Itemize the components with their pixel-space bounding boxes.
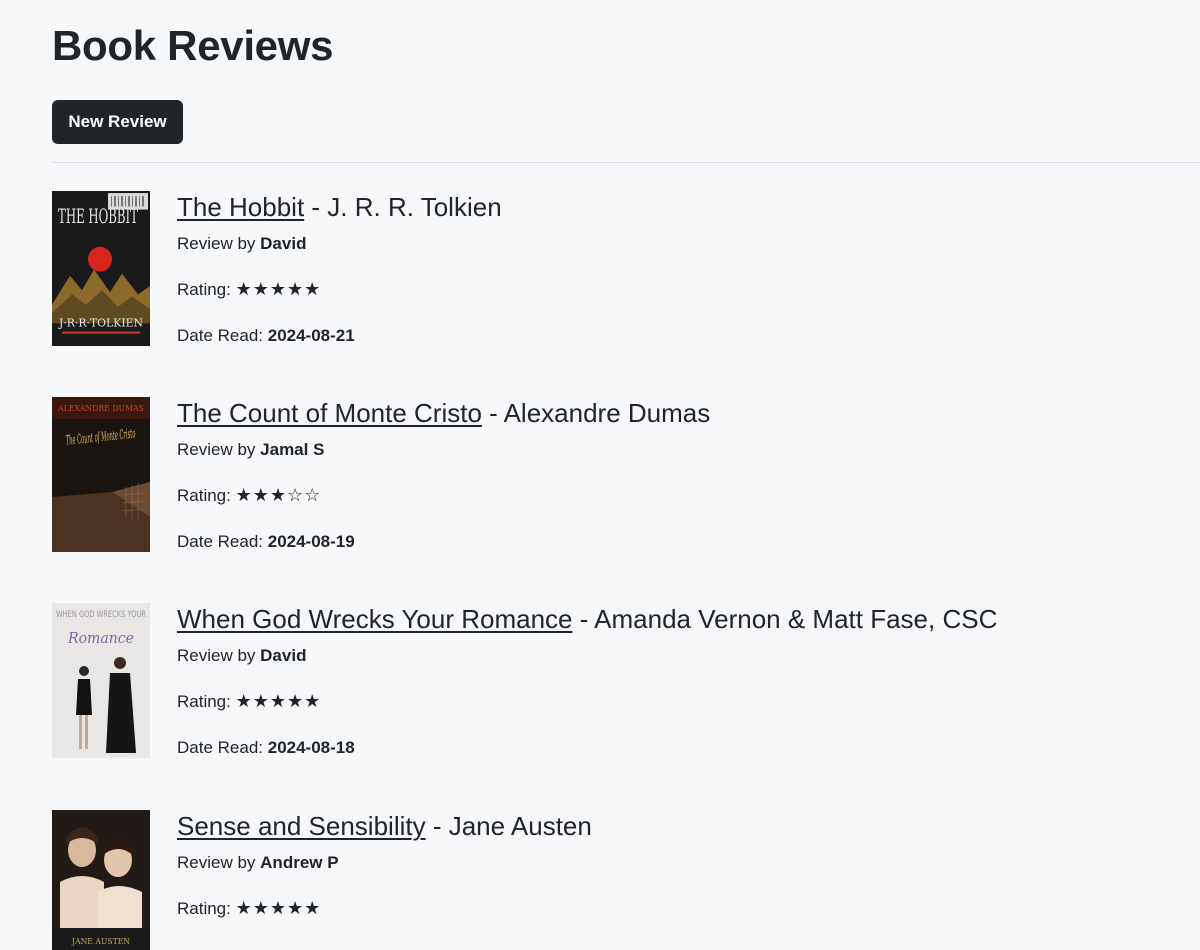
date-read-label: Date Read: [177, 738, 263, 757]
review-heading: The Count of Monte Cristo - Alexandre Du… [177, 397, 1177, 429]
review-by: Review by David [177, 233, 306, 255]
date-read-value: 2024-08-21 [267, 326, 355, 345]
book-title-link[interactable]: Sense and Sensibility [177, 811, 426, 841]
book-author: Jane Austen [448, 811, 592, 841]
review-by: Review by Jamal S [177, 439, 324, 461]
book-cover-the-count-of-monte-cristo[interactable]: ALEXANDRE DUMAS The Count of Monte Crist… [52, 397, 150, 552]
page-title: Book Reviews [52, 22, 334, 69]
rating-stars: ★★★★★ [235, 898, 322, 919]
rating-stars: ★★★★★ [235, 691, 322, 712]
review-heading: The Hobbit - J. R. R. Tolkien [177, 191, 1177, 223]
date-read: Date Read: 2024-08-19 [177, 531, 355, 553]
title-separator: - [572, 604, 595, 634]
book-author: Amanda Vernon & Matt Fase, CSC [594, 604, 998, 634]
review-by-label: Review by [177, 646, 256, 665]
review-by-label: Review by [177, 853, 256, 872]
svg-text:Romance: Romance [67, 629, 134, 647]
date-read-value: 2024-08-18 [267, 738, 355, 757]
date-read-value: 2024-08-19 [267, 532, 355, 551]
book-author: Alexandre Dumas [503, 398, 711, 428]
rating-stars: ★★★☆☆ [235, 485, 322, 506]
divider [52, 162, 1200, 163]
book-title-link[interactable]: The Hobbit [177, 192, 304, 222]
review-by: Review by David [177, 645, 306, 667]
review-info: The Count of Monte Cristo - Alexandre Du… [177, 397, 1177, 551]
rating: Rating: ★★★★★ [177, 279, 321, 301]
book-title-link[interactable]: When God Wrecks Your Romance [177, 604, 572, 634]
rating-label: Rating: [177, 899, 231, 918]
rating: Rating: ★★★★★ [177, 898, 321, 920]
review-item: ALEXANDRE DUMAS The Count of Monte Crist… [52, 397, 1192, 567]
title-separator: - [481, 398, 504, 428]
reviewer-name: Jamal S [260, 440, 325, 459]
svg-text:ALEXANDRE DUMAS: ALEXANDRE DUMAS [57, 404, 144, 413]
review-item: JANE AUSTEN Sense and Sensibility - Jane… [52, 810, 1192, 950]
book-title-link[interactable]: The Count of Monte Cristo [177, 398, 482, 428]
book-cover-the-hobbit[interactable]: THE HOBBIT J·R·R·TOLKIEN [52, 191, 150, 346]
review-by: Review by Andrew P [177, 852, 339, 874]
book-cover-when-god-wrecks-your-romance[interactable]: WHEN GOD WRECKS YOUR Romance [52, 603, 150, 758]
review-info: When God Wrecks Your Romance - Amanda Ve… [177, 603, 1177, 757]
review-item: THE HOBBIT J·R·R·TOLKIEN The Hobbit - J.… [52, 191, 1192, 361]
review-heading: Sense and Sensibility - Jane Austen [177, 810, 1177, 842]
reviewer-name: Andrew P [260, 853, 339, 872]
review-info: Sense and Sensibility - Jane Austen Revi… [177, 810, 1177, 919]
book-reviews-page: Book Reviews New Review THE HOBBIT J·R·R… [0, 0, 1200, 950]
svg-text:JANE AUSTEN: JANE AUSTEN [71, 937, 130, 946]
review-by-label: Review by [177, 440, 256, 459]
reviewer-name: David [260, 234, 307, 253]
title-separator: - [304, 192, 328, 222]
date-read-label: Date Read: [177, 532, 263, 551]
reviewer-name: David [260, 646, 307, 665]
rating-stars: ★★★★★ [235, 279, 322, 300]
review-heading: When God Wrecks Your Romance - Amanda Ve… [177, 603, 1177, 635]
svg-text:J·R·R·TOLKIEN: J·R·R·TOLKIEN [58, 316, 143, 329]
review-item: WHEN GOD WRECKS YOUR Romance When God Wr… [52, 603, 1192, 773]
rating: Rating: ★★★★★ [177, 691, 321, 713]
date-read: Date Read: 2024-08-18 [177, 737, 355, 759]
date-read: Date Read: 2024-08-21 [177, 325, 355, 347]
new-review-button[interactable]: New Review [52, 100, 183, 144]
rating-label: Rating: [177, 486, 231, 505]
rating-label: Rating: [177, 692, 231, 711]
date-read-label: Date Read: [177, 326, 263, 345]
rating: Rating: ★★★☆☆ [177, 485, 321, 507]
review-info: The Hobbit - J. R. R. Tolkien Review by … [177, 191, 1177, 345]
book-author: J. R. R. Tolkien [327, 192, 502, 222]
svg-text:WHEN GOD WRECKS YOUR: WHEN GOD WRECKS YOUR [56, 610, 146, 620]
svg-text:THE HOBBIT: THE HOBBIT [58, 205, 138, 228]
book-cover-sense-and-sensibility[interactable]: JANE AUSTEN [52, 810, 150, 950]
rating-label: Rating: [177, 280, 231, 299]
title-separator: - [425, 811, 449, 841]
review-by-label: Review by [177, 234, 256, 253]
